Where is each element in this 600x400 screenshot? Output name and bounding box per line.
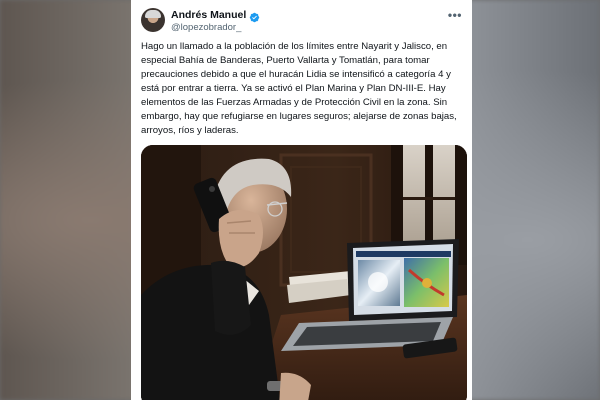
author-handle[interactable]: @lopezobrador_: [171, 22, 241, 33]
photo-illustration: [141, 145, 467, 400]
verified-badge-icon: [249, 10, 260, 22]
more-horizontal-icon[interactable]: •••: [448, 8, 462, 22]
tweet-card[interactable]: Andrés Manuel @lopezobrador_ ••• Hago un…: [131, 0, 472, 400]
author-name-row: Andrés Manuel: [171, 9, 260, 22]
tweet-photo[interactable]: [141, 145, 467, 400]
tweet-text: Hago un llamado a la población de los lí…: [141, 41, 457, 136]
tweet-header: Andrés Manuel @lopezobrador_ •••: [141, 6, 464, 36]
author-display-name[interactable]: Andrés Manuel: [171, 9, 246, 21]
avatar[interactable]: [141, 8, 165, 32]
